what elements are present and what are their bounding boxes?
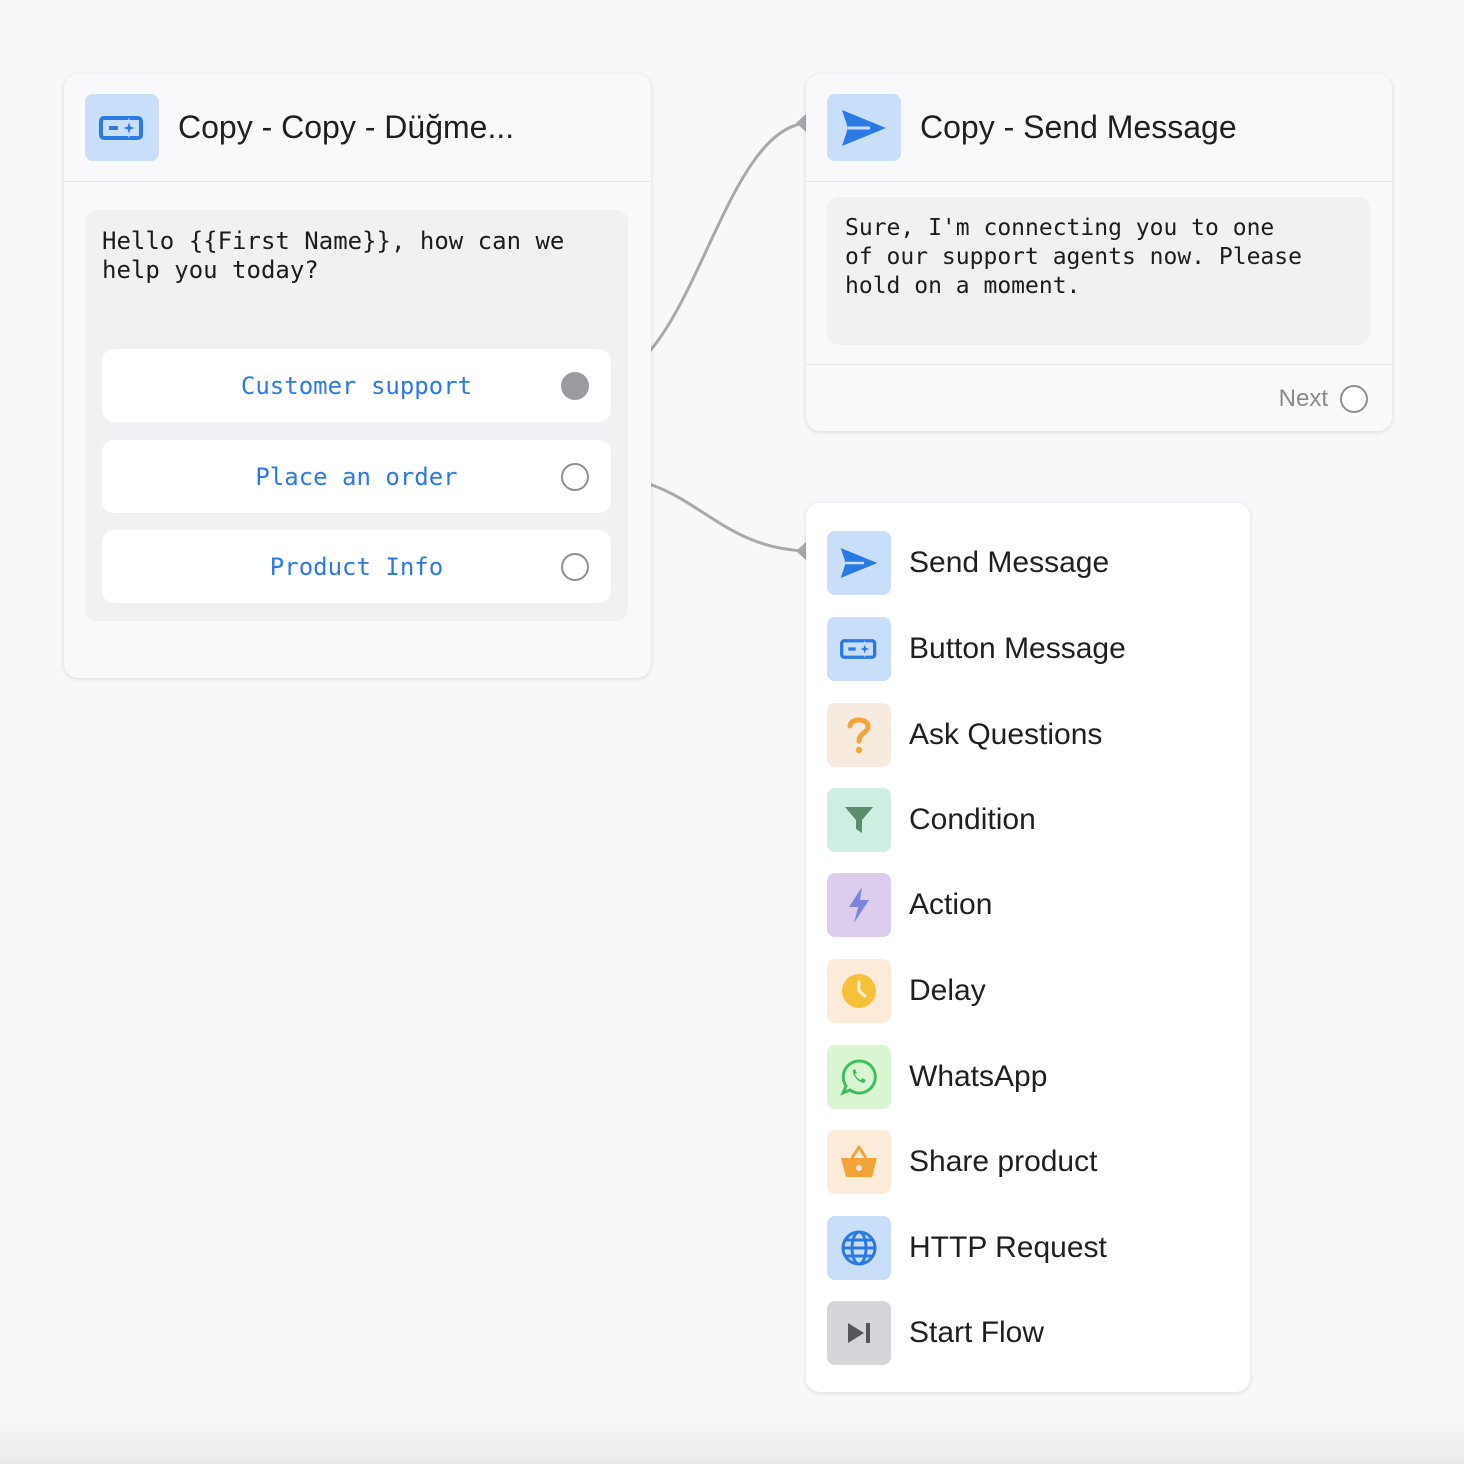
option-product-info[interactable]: Product Info (102, 530, 611, 603)
button-message-node[interactable]: Copy - Copy - Düğme... Hello {{First Nam… (64, 74, 651, 678)
question-icon (827, 703, 891, 767)
connector-arrowhead (796, 114, 806, 132)
menu-item-button-message[interactable]: Button Message (827, 617, 1126, 681)
button-message-icon (85, 94, 159, 161)
connection-handle[interactable] (561, 462, 589, 491)
skip-icon (827, 1301, 891, 1365)
menu-item-condition[interactable]: Condition (827, 788, 1036, 852)
node-header: Copy - Copy - Düğme... (64, 74, 651, 182)
menu-item-delay[interactable]: Delay (827, 959, 986, 1023)
menu-item-start-flow[interactable]: Start Flow (827, 1301, 1044, 1365)
divider (806, 364, 1392, 365)
next-connector[interactable]: Next (1279, 385, 1368, 413)
menu-item-label: Share product (909, 1145, 1098, 1178)
send-icon (827, 94, 901, 161)
option-label: Product Info (269, 552, 444, 581)
option-label: Customer support (240, 371, 473, 400)
lightning-icon (827, 873, 891, 937)
clock-icon (827, 959, 891, 1023)
menu-item-label: Action (909, 888, 993, 921)
globe-icon (827, 1216, 891, 1280)
menu-item-whatsapp[interactable]: WhatsApp (827, 1045, 1047, 1109)
menu-item-label: Ask Questions (909, 718, 1103, 751)
menu-item-send-message[interactable]: Send Message (827, 531, 1109, 595)
connection-handle[interactable] (561, 552, 589, 581)
connection-handle[interactable] (1340, 385, 1368, 413)
menu-item-label: Delay (909, 974, 986, 1007)
menu-item-label: Start Flow (909, 1316, 1045, 1349)
option-label: Place an order (255, 462, 458, 491)
send-message-node[interactable]: Copy - Send Message Sure, I'm connecting… (806, 74, 1392, 431)
message-box[interactable]: Sure, I'm connecting you to one of our s… (827, 197, 1370, 345)
basket-icon (827, 1130, 891, 1194)
node-type-menu: Send Message Button Message Ask Question… (806, 503, 1250, 1392)
menu-item-label: Condition (909, 803, 1036, 836)
menu-item-action[interactable]: Action (827, 873, 992, 937)
option-place-an-order[interactable]: Place an order (102, 440, 611, 513)
menu-item-http-request[interactable]: HTTP Request (827, 1216, 1107, 1280)
canvas-bottom-shade (0, 1414, 1464, 1464)
option-customer-support[interactable]: Customer support (102, 349, 611, 422)
connector-customer-support (629, 121, 807, 372)
message-text: Sure, I'm connecting you to one of our s… (845, 215, 1302, 299)
button-message-icon (827, 617, 891, 681)
connector-arrowhead (796, 542, 806, 560)
menu-item-ask-questions[interactable]: Ask Questions (827, 703, 1102, 767)
menu-item-label: WhatsApp (909, 1060, 1048, 1093)
next-label: Next (1278, 385, 1328, 412)
menu-item-share-product[interactable]: Share product (827, 1130, 1097, 1194)
menu-item-label: Button Message (909, 632, 1126, 665)
whatsapp-icon (827, 1045, 891, 1109)
message-box[interactable]: Hello {{First Name}}, how can we help yo… (85, 210, 628, 621)
connection-handle[interactable] (561, 371, 589, 400)
node-header: Copy - Send Message (806, 74, 1392, 182)
message-text: Hello {{First Name}}, how can we help yo… (102, 227, 565, 284)
filter-icon (827, 788, 891, 852)
node-title[interactable]: Copy - Copy - Düğme... (178, 109, 514, 146)
node-title[interactable]: Copy - Send Message (920, 109, 1237, 146)
send-icon (827, 531, 891, 595)
menu-item-label: Send Message (909, 546, 1110, 579)
menu-item-label: HTTP Request (909, 1231, 1107, 1264)
